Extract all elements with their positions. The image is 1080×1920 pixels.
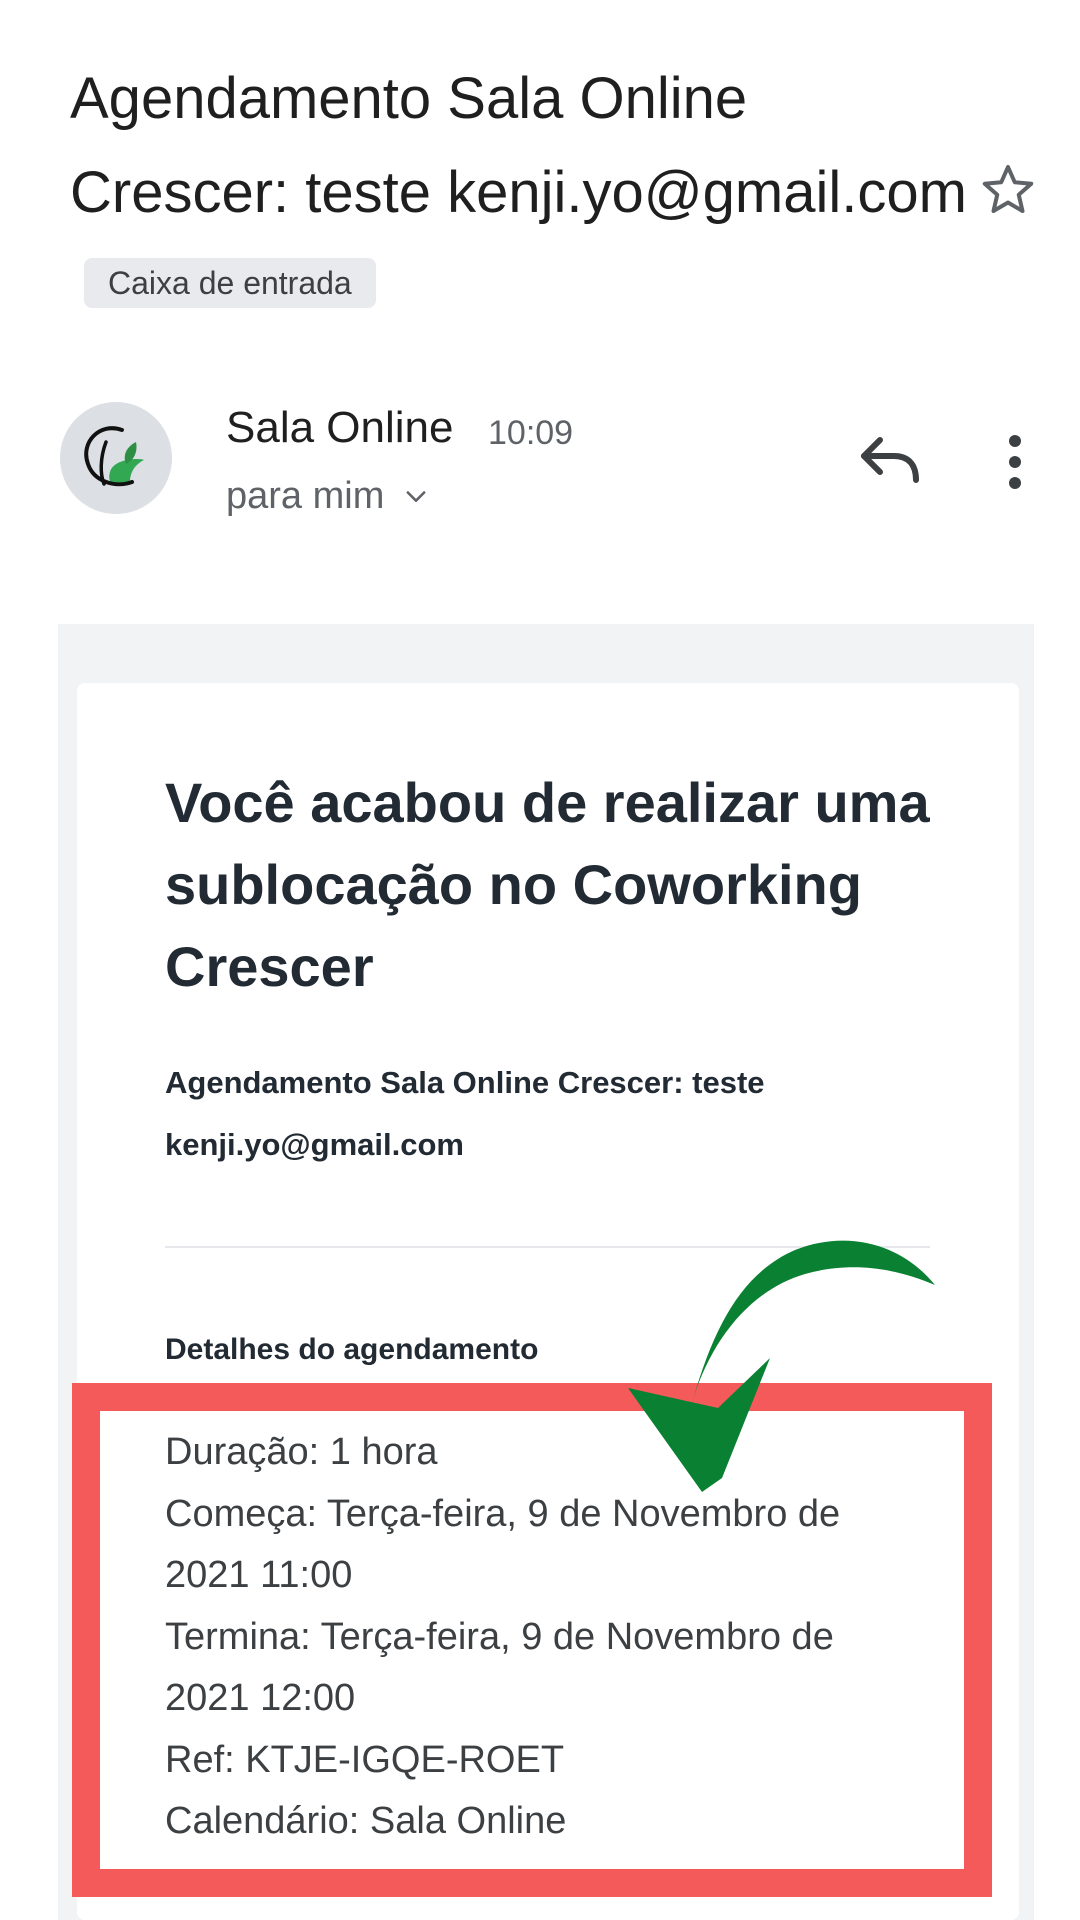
- email-headline: Você acabou de realizar uma sublocação n…: [165, 771, 930, 998]
- email-subline: Agendamento Sala Online Crescer: teste k…: [165, 1065, 765, 1162]
- email-time: 10:09: [488, 414, 574, 452]
- chevron-down-icon: [406, 491, 426, 502]
- detail-calendar: Calendário: Sala Online: [165, 1800, 567, 1842]
- details-title: Detalhes do agendamento: [165, 1333, 539, 1366]
- detail-end: Termina: Terça-feira, 9 de Novembro de 2…: [165, 1615, 834, 1720]
- sender-name: Sala Online: [226, 403, 454, 452]
- star-outline-icon[interactable]: [978, 160, 1038, 220]
- reply-icon[interactable]: [858, 432, 922, 492]
- more-vert-icon[interactable]: [1000, 432, 1030, 492]
- inbox-label-chip[interactable]: Caixa de entrada: [84, 257, 376, 308]
- email-subject: Agendamento Sala Online Crescer: teste k…: [70, 52, 970, 334]
- sender-avatar[interactable]: [60, 402, 172, 514]
- curved-arrow-annotation: [628, 1240, 935, 1492]
- detail-ref: Ref: KTJE-IGQE-ROET: [165, 1738, 565, 1781]
- recipient-toggle[interactable]: para mim: [226, 472, 430, 520]
- subject-text: Agendamento Sala Online Crescer: teste k…: [70, 66, 967, 225]
- crescer-logo: [60, 402, 172, 514]
- recipient-text: para mim: [226, 475, 385, 517]
